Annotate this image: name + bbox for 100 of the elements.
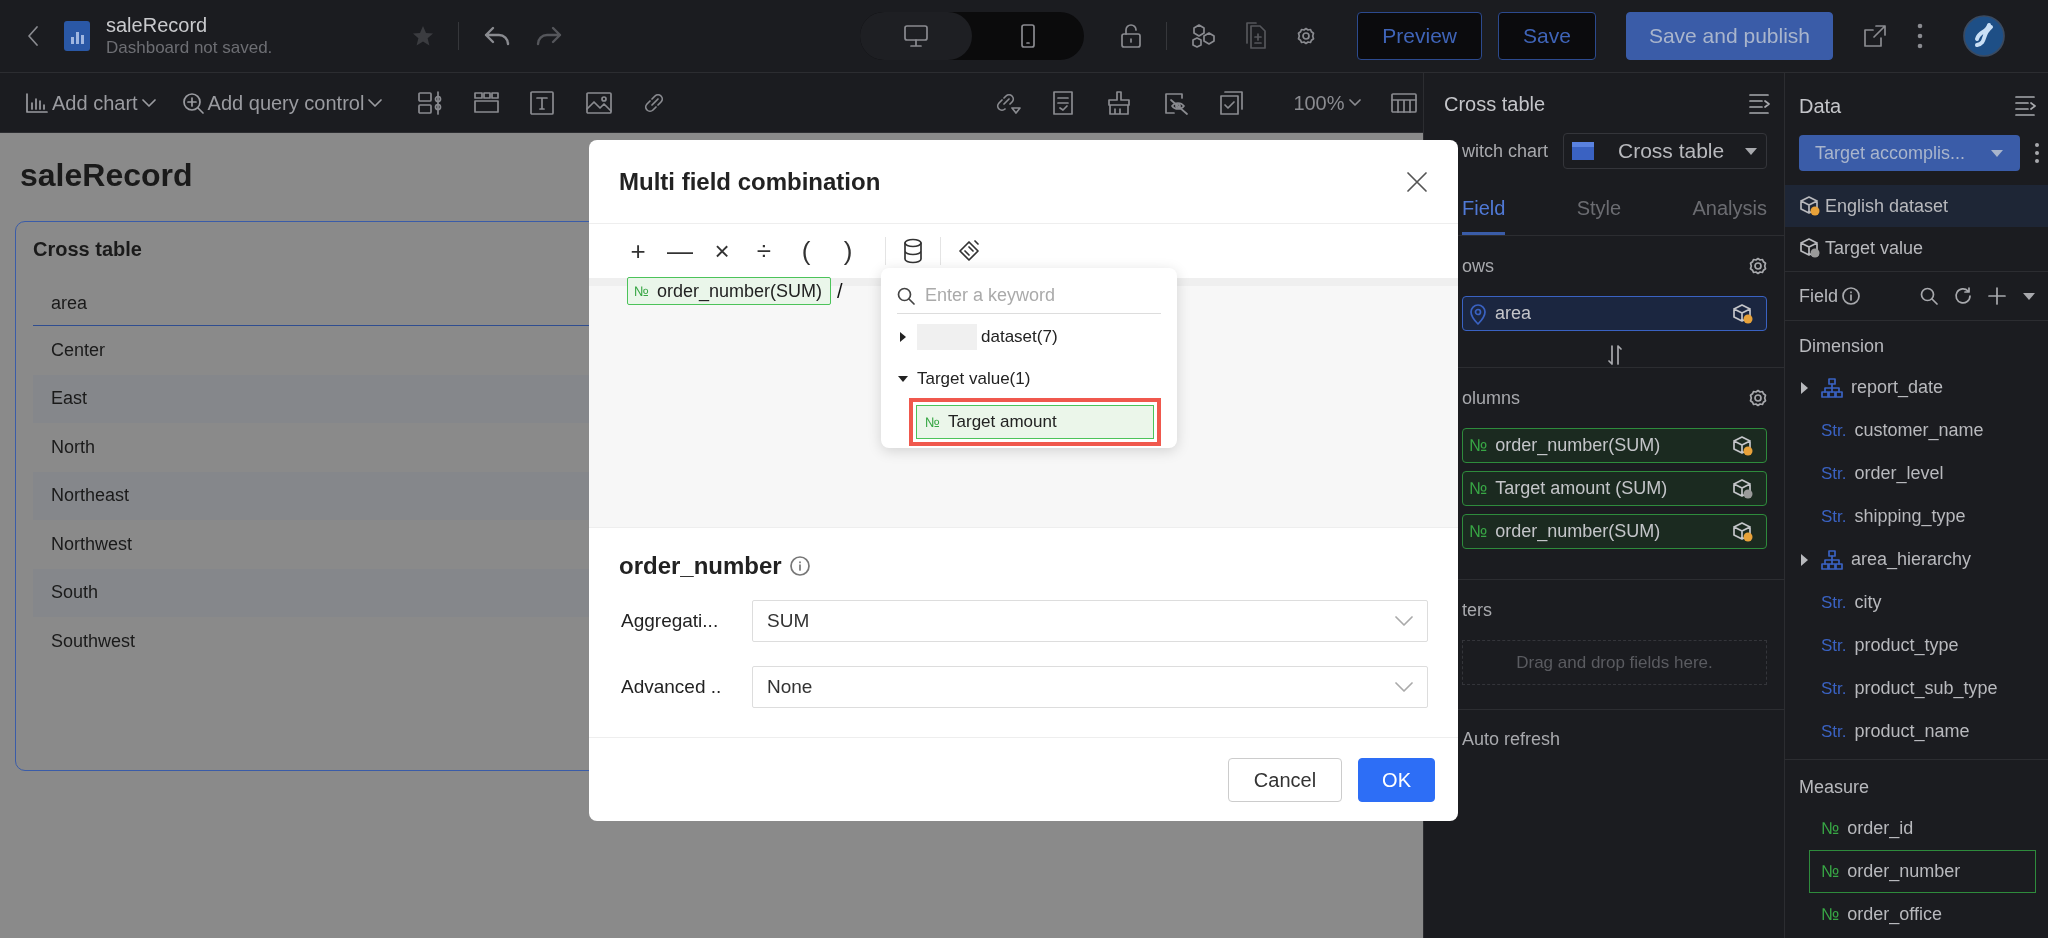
share-icon[interactable]	[1863, 24, 1888, 48]
chart-type-select[interactable]: Cross table	[1563, 133, 1767, 169]
collapse-icon[interactable]	[1748, 91, 1772, 117]
table-icon	[1572, 142, 1594, 160]
zoom-dropdown[interactable]: 100%	[1293, 87, 1361, 118]
swap-icon[interactable]	[1607, 345, 1622, 365]
document-title: saleRecord	[106, 13, 209, 37]
search-icon	[897, 286, 915, 305]
tree-node[interactable]: dataset(7)	[897, 318, 1161, 356]
field-item[interactable]: Str. city	[1785, 581, 2048, 624]
refresh-icon[interactable]	[1954, 287, 1972, 305]
field-item[interactable]: № order_office	[1809, 893, 2036, 936]
add-chart-button[interactable]: Add chart	[26, 87, 156, 118]
tab-panel-icon[interactable]	[474, 90, 501, 115]
tree-node[interactable]: Target value(1)	[897, 360, 1161, 398]
settings-icon[interactable]	[1749, 257, 1767, 275]
operator-button[interactable]: )	[827, 231, 869, 271]
text-icon[interactable]	[530, 90, 557, 115]
hierarchy-icon	[1821, 549, 1843, 570]
caret-icon	[368, 97, 383, 108]
hierarchy-icon	[1821, 377, 1843, 398]
formula-token[interactable]: № order_number(SUM)	[627, 277, 832, 305]
dataset-name: English dataset	[1825, 194, 1949, 218]
field-pill[interactable]: № order_number(SUM)	[1462, 514, 1767, 549]
avatar-icon[interactable]	[1963, 15, 2006, 57]
field-item[interactable]: № order_number	[1809, 850, 2036, 893]
search-plus-icon	[181, 91, 204, 114]
toolbar-button[interactable]: Save	[1498, 12, 1596, 60]
phone-icon	[1020, 23, 1037, 49]
option-label: Auto refresh	[1462, 728, 1562, 751]
table-layout-icon[interactable]	[1390, 91, 1417, 114]
caret-icon	[1990, 148, 2004, 158]
group-label: Dimension	[1798, 335, 1886, 358]
chevron-down-icon	[1395, 616, 1413, 626]
checklist-icon[interactable]	[1219, 90, 1246, 115]
field-item[interactable]: № order_id	[1809, 807, 2036, 850]
back-icon[interactable]	[26, 24, 40, 48]
field-pill[interactable]: № order_number(SUM)	[1462, 428, 1767, 463]
hide-icon[interactable]	[1163, 90, 1190, 115]
search-icon[interactable]	[1920, 287, 1938, 305]
select-field[interactable]: SUM	[752, 600, 1428, 642]
location-pin-icon	[1469, 302, 1487, 325]
monitor-icon	[903, 24, 930, 48]
select-field[interactable]: None	[752, 666, 1428, 708]
field-item[interactable]: Str. product_sub_type	[1785, 667, 2048, 710]
panel-tab[interactable]: Field	[1462, 183, 1506, 235]
field-item[interactable]: Str. product_type	[1785, 624, 2048, 667]
section-label: ters	[1462, 598, 1492, 622]
collapse-icon[interactable]	[2014, 93, 2038, 119]
lock-icon[interactable]	[1120, 23, 1143, 49]
field-item[interactable]: Str. order_level	[1785, 452, 2048, 495]
close-icon[interactable]	[1406, 170, 1428, 193]
panel-title: Data	[1799, 94, 1842, 119]
info-icon	[789, 556, 810, 576]
operator-button[interactable]: ×	[701, 231, 743, 271]
field-pill[interactable]: № Target amount (SUM)	[1462, 471, 1767, 506]
cubes-icon[interactable]	[1191, 23, 1218, 49]
caret-icon[interactable]	[2022, 291, 2036, 301]
dataset-name: Target value	[1825, 236, 1924, 260]
table-cell-text: Center	[51, 338, 106, 362]
operator-button[interactable]: (	[785, 231, 827, 271]
dataset-item[interactable]: English dataset	[1785, 185, 2048, 227]
dataset-icon	[1799, 195, 1821, 217]
caret-icon	[1744, 146, 1758, 156]
caret-icon	[1348, 98, 1361, 107]
operator-button[interactable]: ÷	[743, 231, 785, 271]
ok-button[interactable]: OK	[1358, 757, 1435, 802]
table-cell-text: Southwest	[51, 629, 136, 653]
section-label: Field	[1799, 284, 1838, 308]
dataset-item[interactable]: Target value	[1785, 227, 2048, 269]
more-icon[interactable]	[1917, 23, 1924, 49]
section-label: ows	[1462, 254, 1494, 278]
caret-right-icon[interactable]	[1799, 553, 1809, 566]
chevron-down-icon	[1395, 682, 1413, 692]
operator-text: /	[837, 279, 843, 304]
add-query-button[interactable]: Add query control	[181, 87, 383, 118]
image-icon[interactable]	[586, 90, 613, 115]
cancel-button[interactable]: Cancel	[1227, 757, 1343, 802]
table-cell-text: North	[51, 435, 95, 459]
more-icon[interactable]	[2034, 142, 2040, 164]
search-field[interactable]: Enter a keyword	[923, 281, 1143, 310]
field-pill[interactable]: area	[1462, 296, 1767, 331]
table-cell-text: South	[51, 581, 99, 605]
field-item[interactable]: report_date	[1785, 366, 2048, 409]
field-item[interactable]: Str. shipping_type	[1785, 495, 2048, 538]
undo-icon[interactable]	[483, 25, 512, 47]
operator-button[interactable]: +	[617, 231, 659, 271]
tree-item[interactable]: № Target amount	[916, 405, 1154, 439]
caret-right-icon[interactable]	[1799, 381, 1809, 394]
field-item[interactable]: Str. customer_name	[1785, 409, 2048, 452]
star-icon[interactable]	[412, 25, 435, 47]
add-icon[interactable]	[1988, 287, 2006, 305]
database-icon[interactable]	[902, 238, 924, 264]
field-item[interactable]: Str. product_name	[1785, 710, 2048, 753]
field-item[interactable]: area_hierarchy	[1785, 538, 2048, 581]
app-logo-icon	[64, 21, 90, 51]
dataset-icon	[1799, 237, 1821, 259]
settings-icon[interactable]	[1749, 389, 1767, 407]
operator-button[interactable]: —	[659, 231, 701, 271]
dataset-icon	[1732, 434, 1754, 457]
